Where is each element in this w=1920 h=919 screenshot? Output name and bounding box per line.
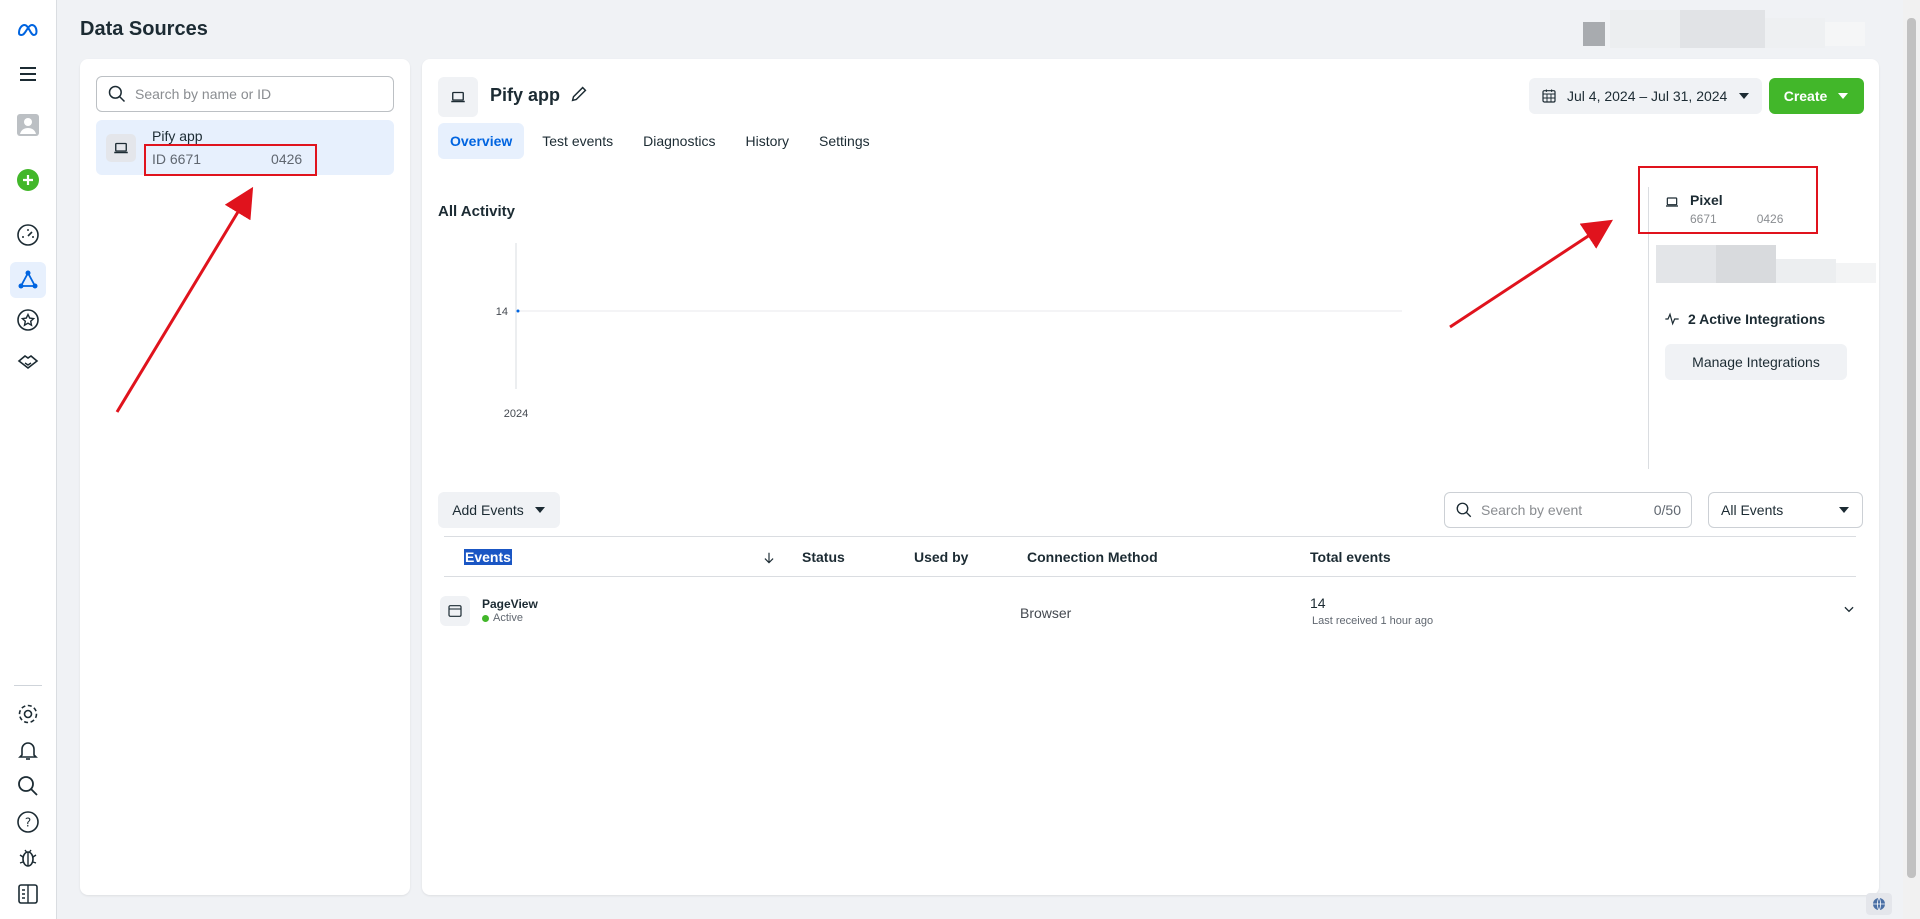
caret-down-icon	[1739, 93, 1749, 99]
column-header-total-events[interactable]: Total events	[1310, 549, 1391, 565]
page-scrollbar[interactable]	[1903, 0, 1920, 919]
star-icon[interactable]	[14, 306, 42, 334]
tab-settings[interactable]: Settings	[807, 123, 882, 159]
create-button[interactable]: Create	[1769, 78, 1864, 114]
connection-method: Browser	[1020, 605, 1072, 621]
source-name: Pify app	[152, 128, 203, 144]
x-tick-label: 2024	[504, 408, 528, 420]
column-header-used-by[interactable]: Used by	[914, 549, 968, 565]
add-events-button[interactable]: Add Events	[438, 492, 560, 528]
scrollbar-thumb[interactable]	[1907, 18, 1916, 878]
y-tick-label: 14	[496, 306, 508, 318]
browser-window-icon	[440, 596, 470, 626]
partnerships-icon[interactable]	[14, 348, 42, 376]
meta-logo-icon[interactable]	[14, 16, 42, 44]
all-activity-title: All Activity	[438, 203, 515, 220]
create-label: Create	[1783, 88, 1828, 104]
last-received: Last received 1 hour ago	[1312, 615, 1434, 627]
event-search-box[interactable]: 0/50	[1444, 492, 1692, 528]
event-search-input[interactable]	[1481, 502, 1641, 518]
laptop-icon	[438, 77, 478, 117]
table-header: Events Status Used by Connection Method …	[444, 536, 1856, 577]
tab-test-events[interactable]: Test events	[530, 123, 625, 159]
rail-divider	[14, 685, 42, 686]
event-search-count: 0/50	[1653, 502, 1681, 518]
date-range-text: Jul 4, 2024 – Jul 31, 2024	[1567, 88, 1728, 104]
add-icon[interactable]	[14, 166, 42, 194]
tab-overview[interactable]: Overview	[438, 123, 525, 159]
svg-text:?: ?	[25, 816, 31, 830]
search-icon	[1456, 502, 1472, 518]
tab-diagnostics[interactable]: Diagnostics	[631, 123, 727, 159]
globe-icon[interactable]	[1866, 893, 1892, 915]
caret-down-icon	[1839, 507, 1849, 513]
calendar-icon	[1542, 89, 1556, 103]
left-rail: ?	[0, 0, 57, 919]
notifications-icon[interactable]	[14, 736, 42, 764]
status-dot-icon	[482, 614, 489, 622]
chart-point	[516, 309, 520, 313]
menu-icon[interactable]	[14, 60, 42, 88]
tab-bar: Overview Test events Diagnostics History…	[438, 123, 888, 159]
panel-toggle-icon[interactable]	[14, 880, 42, 908]
sort-down-arrow-icon[interactable]	[762, 551, 776, 565]
date-range-picker[interactable]: Jul 4, 2024 – Jul 31, 2024	[1529, 78, 1762, 114]
settings-icon[interactable]	[14, 700, 42, 728]
caret-down-icon	[534, 507, 545, 513]
pulse-icon	[1665, 312, 1679, 326]
search-icon[interactable]	[14, 772, 42, 800]
chevron-down-icon[interactable]	[1842, 602, 1856, 616]
search-icon	[108, 85, 126, 103]
activity-chart: 14 2024	[496, 243, 1402, 420]
tab-history[interactable]: History	[733, 123, 801, 159]
event-name: PageView	[482, 597, 538, 611]
column-header-events[interactable]: Events	[464, 549, 512, 565]
annotation-box-pixel	[1638, 166, 1818, 234]
event-filter-value: All Events	[1721, 502, 1784, 518]
column-header-status[interactable]: Status	[802, 549, 845, 565]
page-title: Data Sources	[80, 18, 208, 40]
column-header-connection-method[interactable]: Connection Method	[1027, 549, 1158, 565]
source-search-box[interactable]	[96, 76, 394, 112]
avatar-icon[interactable]	[14, 111, 42, 139]
table-row[interactable]: PageView Active Browser 14 Last received…	[440, 578, 1856, 638]
dashboard-icon[interactable]	[14, 221, 42, 249]
edit-pencil-icon[interactable]	[568, 83, 590, 105]
laptop-icon	[106, 134, 136, 162]
event-status: Active	[482, 612, 523, 624]
event-filter-select[interactable]: All Events	[1708, 492, 1863, 528]
active-integrations: 2 Active Integrations	[1664, 311, 1825, 327]
annotation-box-source-id	[144, 144, 317, 176]
total-events: 14	[1310, 595, 1326, 611]
add-events-label: Add Events	[452, 502, 524, 518]
data-source-list-panel: Pify app ID 66710426	[80, 59, 410, 895]
caret-down-icon	[1838, 93, 1849, 99]
integrations-label: 2 Active Integrations	[1688, 311, 1826, 327]
source-search-input[interactable]	[135, 86, 385, 102]
manage-integrations-button[interactable]: Manage Integrations	[1665, 344, 1847, 380]
bug-icon[interactable]	[14, 844, 42, 872]
status-text: Active	[493, 612, 523, 624]
data-sources-icon[interactable]	[10, 262, 46, 298]
app-title: Pify app	[490, 85, 561, 105]
help-icon[interactable]: ?	[14, 808, 42, 836]
